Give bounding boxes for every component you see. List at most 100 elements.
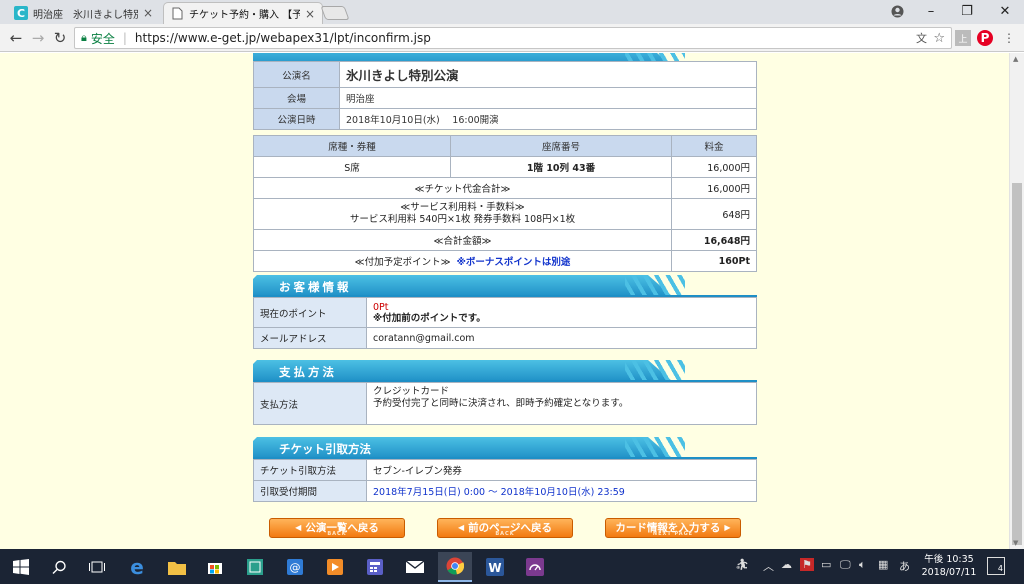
email-label: メールアドレス [253, 327, 367, 349]
onedrive-icon[interactable]: ☁ [781, 558, 792, 571]
pickup-period-value: 2018年7月15日(日) 0:00 〜 2018年10月10日(水) 23:5… [366, 480, 757, 502]
triangle-left-icon: ◀ [295, 522, 302, 532]
venue-value: 明治座 [339, 87, 757, 109]
triangle-right-icon: ▶ [724, 522, 731, 532]
extension-icon[interactable]: 上 [955, 30, 971, 46]
datetime-value: 2018年10月10日(水) 16:00開演 [339, 108, 757, 130]
address-bar[interactable]: 🔒︎ 安全 | https://www.e-get.jp/webapex31/l… [74, 27, 952, 49]
clock-date: 2018/07/11 [921, 567, 977, 578]
media-player-icon[interactable] [318, 552, 352, 582]
store-icon[interactable] [198, 552, 232, 582]
new-tab-button[interactable] [320, 6, 350, 20]
payment-label: 支払方法 [253, 382, 367, 425]
prev-page-button[interactable]: ◀ 前のページへ戻る BACK [437, 518, 573, 538]
reload-icon[interactable]: ↻ [50, 28, 70, 48]
ime-mode-icon[interactable]: ▦ [878, 558, 888, 571]
page-viewport: 公演名 氷川きよし特別公演 会場 明治座 公演日時 2018年10月10日(水)… [0, 53, 1009, 549]
payment-method: クレジットカード [373, 386, 450, 397]
secure-label: 安全 [90, 31, 115, 46]
venue-label: 会場 [253, 87, 340, 109]
points-cell: ≪付加予定ポイント≫ ※ボーナスポイントは別途 [253, 250, 672, 272]
task-view-icon[interactable] [80, 552, 114, 582]
current-points-label: 現在のポイント [253, 297, 367, 328]
battery-icon[interactable]: ▭ [821, 558, 831, 571]
payment-section: 支払方法 支払方法 クレジットカード 予約受付完了と同時に決済され、即時予約確定… [253, 360, 757, 425]
chrome-icon[interactable] [438, 552, 472, 582]
fee-detail: サービス利用料 540円×1枚 発券手数料 108円×1枚 [349, 214, 576, 225]
ticket-total-label: ≪チケット代金合計≫ [253, 177, 672, 199]
show-hidden-icons-icon[interactable]: ︿ [763, 558, 774, 574]
lock-icon: 🔒︎ [81, 31, 87, 44]
enter-card-button[interactable]: カード情報を入力する ▶ NEXT PAGE [605, 518, 741, 538]
ime-icon[interactable]: あ [899, 558, 910, 574]
page-favicon-icon [170, 7, 184, 21]
performance-name-value: 氷川きよし特別公演 [339, 61, 757, 88]
word-icon[interactable]: W [478, 552, 512, 582]
windows-start-icon[interactable] [4, 552, 38, 582]
restore-button[interactable]: ❐ [950, 0, 984, 22]
search-icon[interactable] [42, 552, 76, 582]
customer-section-header: お客様情報 [253, 275, 757, 297]
fee-cell: ≪サービス利用料・手数料≫ サービス利用料 540円×1枚 発券手数料 108円… [253, 198, 672, 230]
svg-text:@: @ [290, 561, 301, 574]
edge-icon[interactable]: e [120, 552, 154, 582]
tab-ticket[interactable]: チケット予約・購入 【予約 × [163, 2, 323, 24]
payment-section-header: 支払方法 [253, 360, 757, 382]
pickup-section: チケット引取方法 チケット引取方法 セブン-イレブン発券 引取受付期間 2018… [253, 437, 757, 502]
close-window-button[interactable]: ✕ [988, 0, 1022, 22]
scroll-down-icon[interactable]: ▼ [1013, 539, 1018, 547]
close-tab-icon[interactable]: × [142, 6, 154, 20]
payment-note: 予約受付完了と同時に決済され、即時予約確定となります。 [373, 398, 629, 409]
pickup-section-header: チケット引取方法 [253, 437, 757, 459]
page-scrollbar[interactable]: ▲ ▼ [1009, 53, 1024, 549]
mail-app-icon[interactable]: @ [278, 552, 312, 582]
pickup-method-value: セブン-イレブン発券 [366, 459, 757, 481]
svg-text:W: W [488, 561, 501, 575]
minimize-button[interactable]: – [914, 0, 948, 22]
scroll-thumb[interactable] [1012, 183, 1022, 545]
triangle-left-icon: ◀ [458, 522, 465, 532]
forward-arrow-icon[interactable]: → [28, 28, 48, 48]
divider: | [122, 31, 127, 45]
close-tab-icon[interactable]: × [304, 7, 316, 21]
seat-type: S席 [253, 156, 451, 178]
email-value: coratann@gmail.com [366, 327, 757, 349]
scroll-up-icon[interactable]: ▲ [1013, 55, 1018, 63]
bookmark-star-icon[interactable]: ☆ [933, 31, 945, 46]
seat-number: 1階 10列 43番 [450, 156, 672, 178]
column-header: 席種・券種 [253, 135, 451, 157]
mail-icon[interactable] [398, 552, 432, 582]
translate-icon[interactable]: 文 [916, 30, 927, 46]
menu-icon[interactable]: ⋮ [1001, 30, 1017, 46]
app-tile-icon[interactable] [238, 552, 272, 582]
clock[interactable]: 午後 10:35 2018/07/11 [918, 553, 980, 579]
grand-total-label: ≪合計金額≫ [253, 229, 672, 251]
pickup-period-label: 引取受付期間 [253, 480, 367, 502]
fee-label: ≪サービス利用料・手数料≫ [400, 202, 525, 213]
pinterest-icon[interactable]: P [977, 30, 993, 46]
fee-value: 648円 [671, 198, 757, 230]
back-to-list-button[interactable]: ◀ 公演一覧へ戻る BACK [269, 518, 405, 538]
browser-toolbar: ← → ↻ 🔒︎ 安全 | https://www.e-get.jp/webap… [0, 24, 1024, 52]
current-points-cell: 0Pt ※付加前のポイントです。 [366, 297, 757, 328]
security-app-icon[interactable]: ⚑ [800, 558, 814, 571]
points-label: ≪付加予定ポイント≫ [354, 257, 451, 268]
app-gauge-icon[interactable] [518, 552, 552, 582]
pickup-section-title: チケット引取方法 [279, 442, 371, 456]
calculator-icon[interactable] [358, 552, 392, 582]
performance-info: 公演名 氷川きよし特別公演 会場 明治座 公演日時 2018年10月10日(水)… [253, 61, 757, 130]
url-text: https://www.e-get.jp/webapex31/lpt/incon… [134, 31, 431, 45]
people-icon[interactable]: ⛹︎ [735, 558, 749, 571]
clock-time: 午後 10:35 [924, 554, 974, 565]
tab-meijiza[interactable]: C 明治座 氷川きよし特別公 × [8, 2, 160, 24]
back-arrow-icon[interactable]: ← [6, 28, 26, 48]
profile-icon[interactable] [880, 0, 914, 22]
file-explorer-icon[interactable] [160, 552, 194, 582]
column-header: 座席番号 [450, 135, 672, 157]
action-center-icon[interactable]: 4 [987, 557, 1005, 575]
current-points-note: ※付加前のポイントです。 [373, 312, 486, 324]
customer-section-title: お客様情報 [279, 280, 352, 294]
volume-icon[interactable]: 🔈︎ [859, 558, 866, 572]
seat-price-table: 席種・券種 座席番号 料金 S席 1階 10列 43番 16,000円 ≪チケッ… [253, 135, 757, 272]
network-icon[interactable]: 🖵︎ [840, 558, 851, 572]
